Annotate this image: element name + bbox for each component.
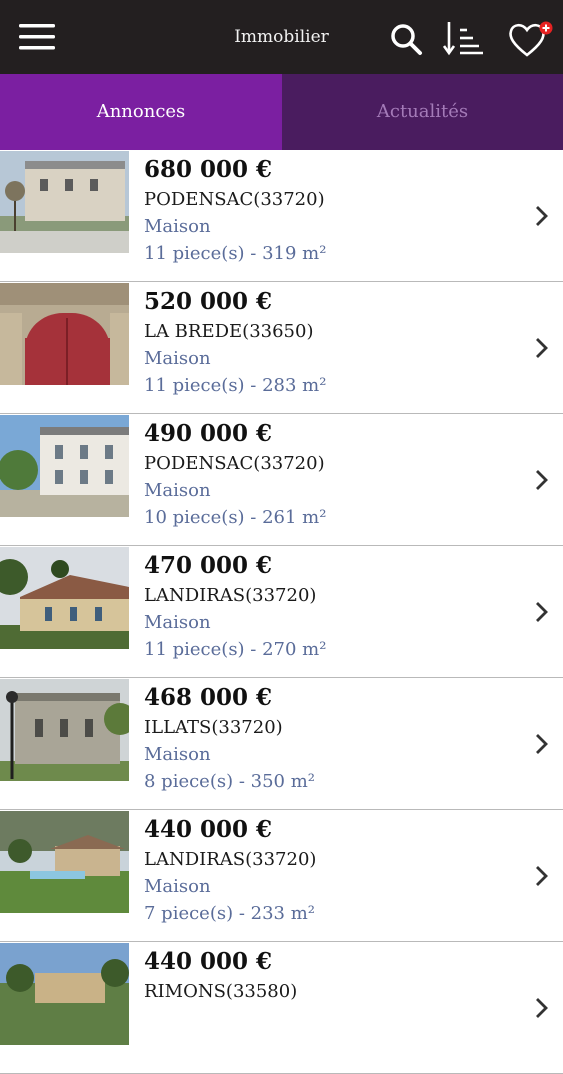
listing-details: 11 piece(s) - 319 m²	[144, 243, 327, 264]
tab-bar: Annonces Actualités	[0, 74, 563, 150]
listing-type: Maison	[144, 876, 211, 897]
chevron-right-icon	[536, 998, 548, 1018]
listing-city: RIMONS(33580)	[144, 981, 298, 1002]
listing-price: 440 000 €	[144, 948, 273, 975]
listing-row[interactable]: 440 000 € LANDIRAS(33720) Maison 7 piece…	[0, 810, 563, 942]
chevron-right-icon	[536, 602, 548, 622]
chevron-right-icon	[536, 206, 548, 226]
listing-row[interactable]: 490 000 € PODENSAC(33720) Maison 10 piec…	[0, 414, 563, 546]
listing-details: 11 piece(s) - 283 m²	[144, 375, 327, 396]
app-title: Immobilier	[234, 27, 329, 47]
listing-price: 490 000 €	[144, 420, 273, 447]
listing-photo	[0, 547, 129, 649]
top-app-bar: Immobilier	[0, 0, 563, 74]
listing-city: ILLATS(33720)	[144, 717, 283, 738]
listing-price: 470 000 €	[144, 552, 273, 579]
listing-row[interactable]: 470 000 € LANDIRAS(33720) Maison 11 piec…	[0, 546, 563, 678]
chevron-right-icon	[536, 734, 548, 754]
listing-price: 468 000 €	[144, 684, 273, 711]
listing-type: Maison	[144, 612, 211, 633]
chevron-right-icon	[536, 470, 548, 490]
listing-photo	[0, 943, 129, 1045]
listing-details: 11 piece(s) - 270 m²	[144, 639, 327, 660]
listing-type: Maison	[144, 480, 211, 501]
listing-photo	[0, 415, 129, 517]
listing-price: 520 000 €	[144, 288, 273, 315]
listing-list: 680 000 € PODENSAC(33720) Maison 11 piec…	[0, 150, 563, 1074]
listing-type: Maison	[144, 744, 211, 765]
listing-row[interactable]: 520 000 € LA BREDE(33650) Maison 11 piec…	[0, 282, 563, 414]
tab-annonces[interactable]: Annonces	[0, 74, 282, 150]
search-icon[interactable]	[389, 22, 423, 56]
listing-type: Maison	[144, 216, 211, 237]
listing-row[interactable]: 680 000 € PODENSAC(33720) Maison 11 piec…	[0, 150, 563, 282]
listing-photo	[0, 283, 129, 385]
listing-details: 8 piece(s) - 350 m²	[144, 771, 316, 792]
listing-type: Maison	[144, 348, 211, 369]
listing-city: LANDIRAS(33720)	[144, 849, 317, 870]
chevron-right-icon	[536, 866, 548, 886]
listing-photo	[0, 811, 129, 913]
listing-details: 10 piece(s) - 261 m²	[144, 507, 327, 528]
listing-photo	[0, 679, 129, 781]
listing-row[interactable]: 440 000 € RIMONS(33580)	[0, 942, 563, 1074]
sort-icon[interactable]	[443, 20, 485, 56]
listing-city: PODENSAC(33720)	[144, 453, 325, 474]
listing-photo	[0, 151, 129, 253]
menu-icon[interactable]	[18, 21, 56, 53]
listing-price: 440 000 €	[144, 816, 273, 843]
tab-actualites[interactable]: Actualités	[282, 74, 563, 150]
favorites-heart-icon[interactable]	[507, 19, 555, 59]
listing-price: 680 000 €	[144, 156, 273, 183]
chevron-right-icon	[536, 338, 548, 358]
listing-city: LANDIRAS(33720)	[144, 585, 317, 606]
listing-city: PODENSAC(33720)	[144, 189, 325, 210]
listing-details: 7 piece(s) - 233 m²	[144, 903, 316, 924]
listing-row[interactable]: 468 000 € ILLATS(33720) Maison 8 piece(s…	[0, 678, 563, 810]
listing-city: LA BREDE(33650)	[144, 321, 314, 342]
